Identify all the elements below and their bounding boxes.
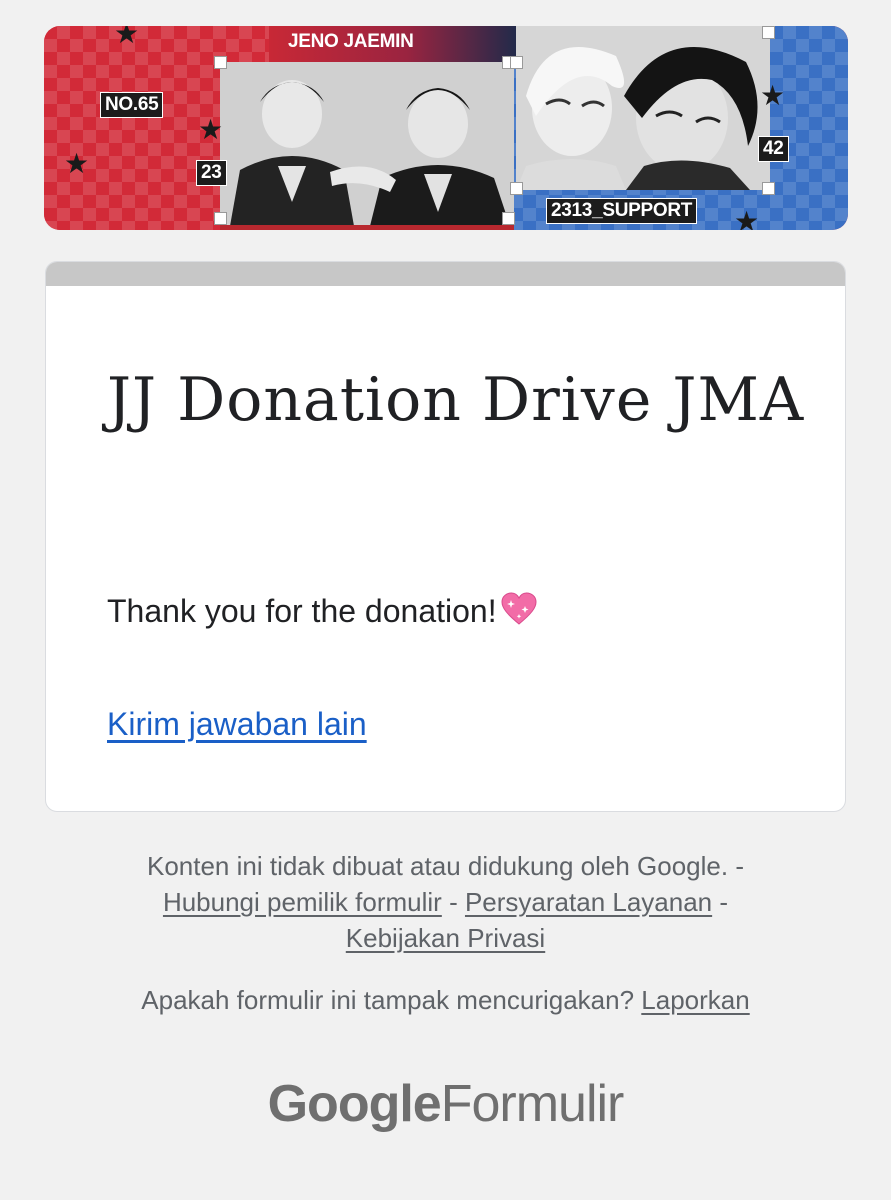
- footer-separator: -: [449, 887, 458, 917]
- star-icon: ★: [760, 80, 786, 111]
- banner-right-number: 42: [758, 136, 789, 162]
- terms-link[interactable]: Persyaratan Layanan: [465, 887, 712, 917]
- photo-divider: [220, 225, 514, 230]
- confirmation-message: Thank you for the donation!: [107, 592, 537, 634]
- sparkling-heart-icon: [501, 592, 537, 634]
- google-forms-logo[interactable]: GoogleFormulir: [0, 1074, 891, 1134]
- selection-handle: [502, 212, 515, 225]
- brand-product: Formulir: [440, 1075, 625, 1133]
- selection-handle: [510, 182, 523, 195]
- privacy-link[interactable]: Kebijakan Privasi: [346, 923, 545, 953]
- banner-left-number: 23: [196, 160, 227, 186]
- footer-line-2: Hubungi pemilik formulir - Persyaratan L…: [0, 884, 891, 920]
- banner-title-tag: JENO JAEMIN: [288, 31, 414, 52]
- form-title: JJ Donation Drive JMA: [107, 365, 805, 435]
- header-banner: ★ ★ ★ ★ ★ JENO JAEMIN NO.65 23 42 2313_S…: [44, 26, 848, 230]
- star-icon: ★: [64, 148, 90, 179]
- brand-google: Google: [267, 1075, 442, 1133]
- star-icon: ★: [198, 114, 224, 145]
- confirmation-card: JJ Donation Drive JMA Thank you for the …: [45, 261, 846, 812]
- footer-line-1: Konten ini tidak dibuat atau didukung ol…: [0, 848, 891, 884]
- confirmation-text: Thank you for the donation!: [107, 593, 497, 629]
- footer-separator: -: [719, 887, 729, 917]
- card-top-bar: [46, 262, 845, 286]
- selection-handle: [762, 26, 775, 39]
- selection-handle: [214, 56, 227, 69]
- contact-owner-link[interactable]: Hubungi pemilik formulir: [163, 887, 442, 917]
- star-icon: ★: [114, 26, 140, 49]
- submit-another-response-link[interactable]: Kirim jawaban lain: [107, 706, 367, 743]
- footer-separator: -: [735, 851, 744, 881]
- selection-handle: [214, 212, 227, 225]
- selection-handle: [762, 182, 775, 195]
- banner-support-tag: 2313_SUPPORT: [546, 198, 698, 224]
- report-link[interactable]: Laporkan: [641, 985, 749, 1015]
- report-question: Apakah formulir ini tampak mencurigakan?: [141, 985, 635, 1015]
- selection-handle: [510, 56, 523, 69]
- footer-disclaimer: Konten ini tidak dibuat atau didukung ol…: [0, 848, 891, 956]
- star-icon: ★: [734, 206, 760, 231]
- banner-number-tag: NO.65: [100, 92, 164, 118]
- banner-photo-right: [516, 26, 770, 190]
- disclaimer-text: Konten ini tidak dibuat atau didukung ol…: [146, 851, 729, 881]
- banner-photo-left: [220, 62, 514, 226]
- report-abuse: Apakah formulir ini tampak mencurigakan?…: [0, 985, 891, 1016]
- footer-line-3: Kebijakan Privasi: [0, 920, 891, 956]
